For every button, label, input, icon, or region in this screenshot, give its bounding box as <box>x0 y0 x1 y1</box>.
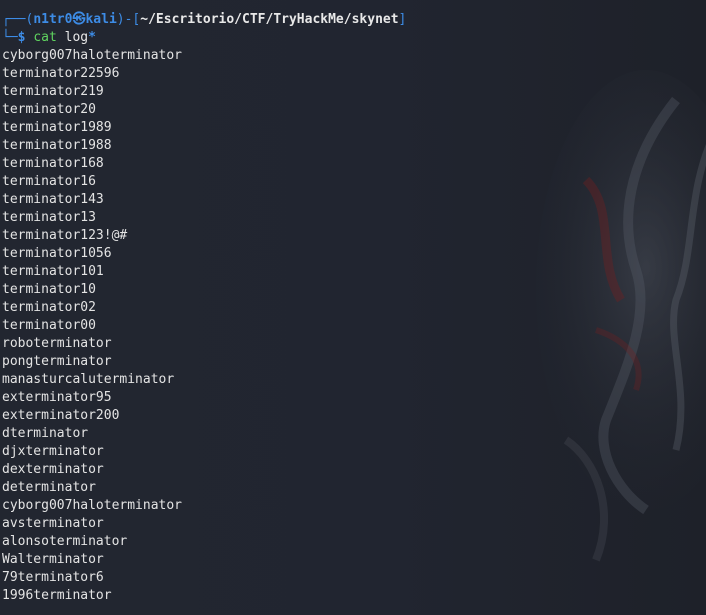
prompt-working-directory: ~/Escritorio/CTF/TryHackMe/skynet <box>140 12 399 27</box>
command-line[interactable]: └─$ cat log* <box>2 29 706 47</box>
output-line: manasturcaluterminator <box>2 372 175 387</box>
output-line: terminator10 <box>2 282 96 297</box>
command-output: cyborg007haloterminator terminator22596 te… <box>2 47 706 605</box>
output-line: terminator22596 <box>2 66 120 81</box>
output-line: terminator219 <box>2 84 104 99</box>
output-line: terminator101 <box>2 264 104 279</box>
output-line: avsterminator <box>2 516 104 531</box>
output-line: terminator00 <box>2 318 96 333</box>
prompt-hostname: kali <box>85 12 117 27</box>
output-line: djxterminator <box>2 444 104 459</box>
prompt-separator: )-[ <box>116 12 141 27</box>
output-line: 1996terminator <box>2 588 112 603</box>
output-line: exterminator200 <box>2 408 120 423</box>
output-line: terminator1988 <box>2 138 112 153</box>
output-line: alonsoterminator <box>2 534 128 549</box>
prompt-close-bracket: ] <box>398 12 407 27</box>
terminal-window[interactable]: ┌──(n1tr0㉿kali)-[~/Escritorio/CTF/TryHac… <box>0 0 706 615</box>
terminal-content: ┌──(n1tr0㉿kali)-[~/Escritorio/CTF/TryHac… <box>2 11 706 605</box>
prompt-corner-top: ┌──( <box>2 12 34 27</box>
output-line: terminator1056 <box>2 246 112 261</box>
output-line: terminator168 <box>2 156 104 171</box>
prompt-corner-bottom: └─ <box>2 30 18 45</box>
output-line: terminator123!@# <box>2 228 128 243</box>
prompt-username: n1tr0 <box>33 12 73 27</box>
output-line: terminator20 <box>2 102 96 117</box>
output-line: determinator <box>2 480 96 495</box>
prompt-dollar-sign: $ <box>17 30 26 45</box>
command-glob: * <box>88 30 96 45</box>
command-name: cat <box>33 30 57 45</box>
command-argument: log <box>64 30 89 45</box>
output-line: terminator16 <box>2 174 96 189</box>
output-line: dexterminator <box>2 462 104 477</box>
output-line: Walterminator <box>2 552 104 567</box>
output-line: roboterminator <box>2 336 112 351</box>
output-line: pongterminator <box>2 354 112 369</box>
output-line: terminator13 <box>2 210 96 225</box>
output-line: terminator02 <box>2 300 96 315</box>
output-line: cyborg007haloterminator <box>2 498 183 513</box>
prompt-at-symbol: ㉿ <box>72 12 86 27</box>
output-line: 79terminator6 <box>2 570 104 585</box>
output-line: cyborg007haloterminator <box>2 48 183 63</box>
prompt-line-top: ┌──(n1tr0㉿kali)-[~/Escritorio/CTF/TryHac… <box>2 11 706 29</box>
output-line: terminator1989 <box>2 120 112 135</box>
output-line: exterminator95 <box>2 390 112 405</box>
output-line: terminator143 <box>2 192 104 207</box>
output-line: dterminator <box>2 426 89 441</box>
